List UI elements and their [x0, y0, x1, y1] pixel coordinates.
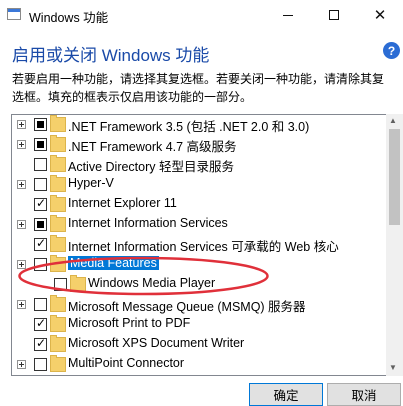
feature-row[interactable]: Internet Information Services 可承载的 Web 核…	[12, 235, 403, 255]
expand-icon[interactable]	[17, 220, 26, 229]
close-icon: ✕	[373, 7, 387, 24]
maximize-icon	[329, 10, 339, 20]
feature-checkbox[interactable]	[34, 218, 47, 231]
scrollbar-thumb[interactable]	[389, 129, 400, 225]
folder-icon	[50, 155, 66, 172]
feature-checkbox[interactable]	[34, 138, 47, 151]
feature-checkbox[interactable]	[34, 336, 47, 351]
cancel-button[interactable]: 取消	[327, 383, 401, 406]
feature-label[interactable]: Microsoft Print to PDF	[68, 316, 190, 330]
feature-checkbox[interactable]	[34, 358, 47, 371]
window-title: Windows 功能	[29, 11, 109, 25]
feature-row[interactable]: Active Directory 轻型目录服务	[12, 155, 403, 175]
dialog-description: 若要启用一种功能，请选择其复选框。若要关闭一种功能，请清除其复选框。填充的框表示…	[12, 72, 385, 104]
feature-label[interactable]: Internet Explorer 11	[68, 196, 177, 210]
folder-icon	[50, 355, 66, 372]
feature-checkbox[interactable]	[34, 118, 47, 131]
scroll-down-icon[interactable]: ▼	[389, 363, 397, 372]
minimize-icon	[283, 14, 293, 16]
close-button[interactable]: ✕	[357, 0, 403, 30]
feature-label[interactable]: Internet Information Services 可承载的 Web 核…	[68, 236, 339, 255]
feature-checkbox[interactable]	[34, 196, 47, 211]
feature-checkbox[interactable]	[34, 178, 47, 191]
feature-label[interactable]: Hyper-V	[68, 176, 114, 190]
expand-icon[interactable]	[17, 140, 26, 149]
annotation-ellipse	[18, 256, 269, 296]
folder-icon	[50, 215, 66, 232]
feature-row[interactable]: MultiPoint Connector	[12, 355, 403, 375]
window-app-icon	[7, 8, 21, 20]
feature-label[interactable]: MultiPoint Connector	[68, 356, 184, 370]
expand-icon[interactable]	[17, 120, 26, 129]
feature-row[interactable]: Internet Information Services	[12, 215, 403, 235]
folder-icon	[50, 335, 66, 352]
feature-label[interactable]: Microsoft Message Queue (MSMQ) 服务器	[68, 296, 306, 315]
feature-row[interactable]: .NET Framework 3.5 (包括 .NET 2.0 和 3.0)	[12, 115, 403, 135]
folder-icon	[50, 195, 66, 212]
feature-row[interactable]: Microsoft Print to PDF	[12, 315, 403, 335]
feature-label[interactable]: .NET Framework 3.5 (包括 .NET 2.0 和 3.0)	[68, 116, 309, 135]
ok-button[interactable]: 确定	[249, 383, 323, 406]
expand-icon[interactable]	[17, 180, 26, 189]
feature-row[interactable]: .NET Framework 4.7 高级服务	[12, 135, 403, 155]
folder-icon	[50, 115, 66, 132]
maximize-button[interactable]	[311, 0, 357, 30]
folder-icon	[50, 235, 66, 252]
expand-icon[interactable]	[17, 300, 26, 309]
feature-label[interactable]: Microsoft XPS Document Writer	[68, 336, 244, 350]
folder-icon	[50, 135, 66, 152]
expand-icon[interactable]	[17, 360, 26, 369]
feature-row[interactable]: Internet Explorer 11	[12, 195, 403, 215]
feature-row[interactable]: Hyper-V	[12, 175, 403, 195]
feature-checkbox[interactable]	[34, 236, 47, 251]
folder-icon	[50, 175, 66, 192]
minimize-button[interactable]	[265, 0, 311, 30]
title-bar: Windows 功能 ✕	[0, 0, 403, 30]
feature-row[interactable]: Microsoft XPS Document Writer	[12, 335, 403, 355]
feature-checkbox[interactable]	[34, 316, 47, 331]
feature-label[interactable]: Active Directory 轻型目录服务	[68, 156, 234, 175]
feature-checkbox[interactable]	[34, 298, 47, 311]
feature-label[interactable]: .NET Framework 4.7 高级服务	[68, 136, 237, 155]
help-icon[interactable]: ?	[383, 42, 400, 59]
scroll-up-icon[interactable]: ▲	[389, 116, 397, 125]
folder-icon	[50, 295, 66, 312]
feature-label[interactable]: Internet Information Services	[68, 216, 228, 230]
features-tree[interactable]: .NET Framework 3.5 (包括 .NET 2.0 和 3.0) .N…	[11, 114, 403, 376]
feature-checkbox[interactable]	[34, 158, 47, 171]
feature-row[interactable]: Microsoft Message Queue (MSMQ) 服务器	[12, 295, 403, 315]
dialog-header: 启用或关闭 Windows 功能	[12, 46, 210, 65]
annotation-ellipse-shape	[18, 256, 269, 296]
folder-icon	[50, 315, 66, 332]
